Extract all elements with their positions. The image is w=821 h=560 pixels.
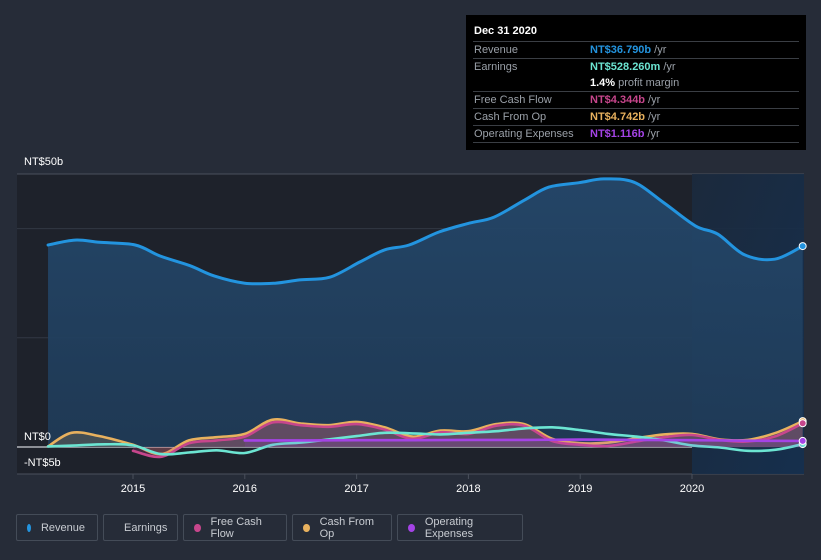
- tooltip-value: NT$528.260m: [590, 61, 661, 73]
- tooltip-row-cash-from-op: Cash From Op NT$4.742b /yr: [473, 109, 799, 126]
- x-tick-label: 2019: [568, 483, 592, 495]
- legend-item-cash-from-op[interactable]: Cash From Op: [292, 514, 392, 541]
- endpoint-marker-operating-expenses: [798, 436, 807, 445]
- x-tick-label: 2018: [456, 483, 480, 495]
- tooltip-row-revenue: Revenue NT$36.790b /yr: [473, 42, 799, 59]
- x-tick-label: 2015: [121, 483, 145, 495]
- y-tick-label: NT$0: [24, 431, 51, 443]
- tooltip-label: Earnings: [474, 61, 518, 73]
- tooltip-label: [473, 75, 590, 91]
- tooltip-date: Dec 31 2020: [473, 23, 799, 42]
- tooltip-row-free-cash-flow: Free Cash Flow NT$4.344b /yr: [473, 92, 799, 109]
- x-tick-label: 2020: [680, 483, 704, 495]
- legend-dot-icon: [194, 523, 201, 532]
- tooltip-label: Operating Expenses: [474, 128, 574, 140]
- x-tick-label: 2016: [233, 483, 257, 495]
- legend-dot-icon: [27, 523, 31, 532]
- y-tick-label: -NT$5b: [24, 457, 61, 469]
- tooltip-unit: /yr: [663, 61, 676, 73]
- tooltip-unit: /yr: [648, 94, 661, 106]
- endpoint-marker-revenue: [798, 242, 807, 251]
- legend-item-revenue[interactable]: Revenue: [16, 514, 98, 541]
- legend-label: Earnings: [124, 521, 168, 534]
- tooltip-value: NT$4.742b: [590, 111, 646, 123]
- y-tick-label: NT$50b: [24, 156, 63, 168]
- tooltip-unit: /yr: [648, 111, 661, 123]
- legend-label: Cash From Op: [319, 515, 374, 540]
- legend-item-operating-expenses[interactable]: Operating Expenses: [397, 514, 523, 541]
- data-tooltip: Dec 31 2020 Revenue NT$36.790b /yr Earni…: [466, 15, 806, 150]
- tooltip-unit: /yr: [647, 128, 660, 140]
- legend-label: Revenue: [40, 521, 85, 534]
- tooltip-label: Cash From Op: [474, 111, 547, 123]
- tooltip-value: 1.4%: [590, 77, 616, 89]
- tooltip-row-operating-expenses: Operating Expenses NT$1.116b /yr: [473, 126, 799, 143]
- x-tick-label: 2017: [344, 483, 368, 495]
- tooltip-value: NT$4.344b: [590, 94, 646, 106]
- legend-item-free-cash-flow[interactable]: Free Cash Flow: [183, 514, 287, 541]
- tooltip-value: NT$1.116b: [590, 128, 645, 140]
- tooltip-label: Revenue: [474, 44, 519, 56]
- tooltip-unit: /yr: [654, 44, 667, 56]
- tooltip-row-earnings: Earnings NT$528.260m /yr: [473, 59, 799, 75]
- tooltip-unit: profit margin: [618, 77, 680, 89]
- tooltip-row-profit-margin: 1.4% profit margin: [473, 75, 799, 92]
- legend-dot-icon: [408, 523, 415, 532]
- legend-dot-icon: [303, 523, 310, 532]
- tooltip-value: NT$36.790b: [590, 44, 652, 56]
- tooltip-label: Free Cash Flow: [474, 94, 552, 106]
- legend-label: Operating Expenses: [424, 515, 474, 540]
- legend-item-earnings[interactable]: Earnings: [103, 514, 178, 541]
- chart-legend: Revenue Earnings Free Cash Flow Cash Fro…: [16, 514, 523, 541]
- line-operating-expenses: [243, 438, 804, 443]
- x-axis: 2015 2016 2017 2018 2019 2020: [121, 474, 704, 495]
- legend-label: Free Cash Flow: [210, 515, 262, 540]
- endpoint-marker-free-cash-flow: [798, 419, 807, 428]
